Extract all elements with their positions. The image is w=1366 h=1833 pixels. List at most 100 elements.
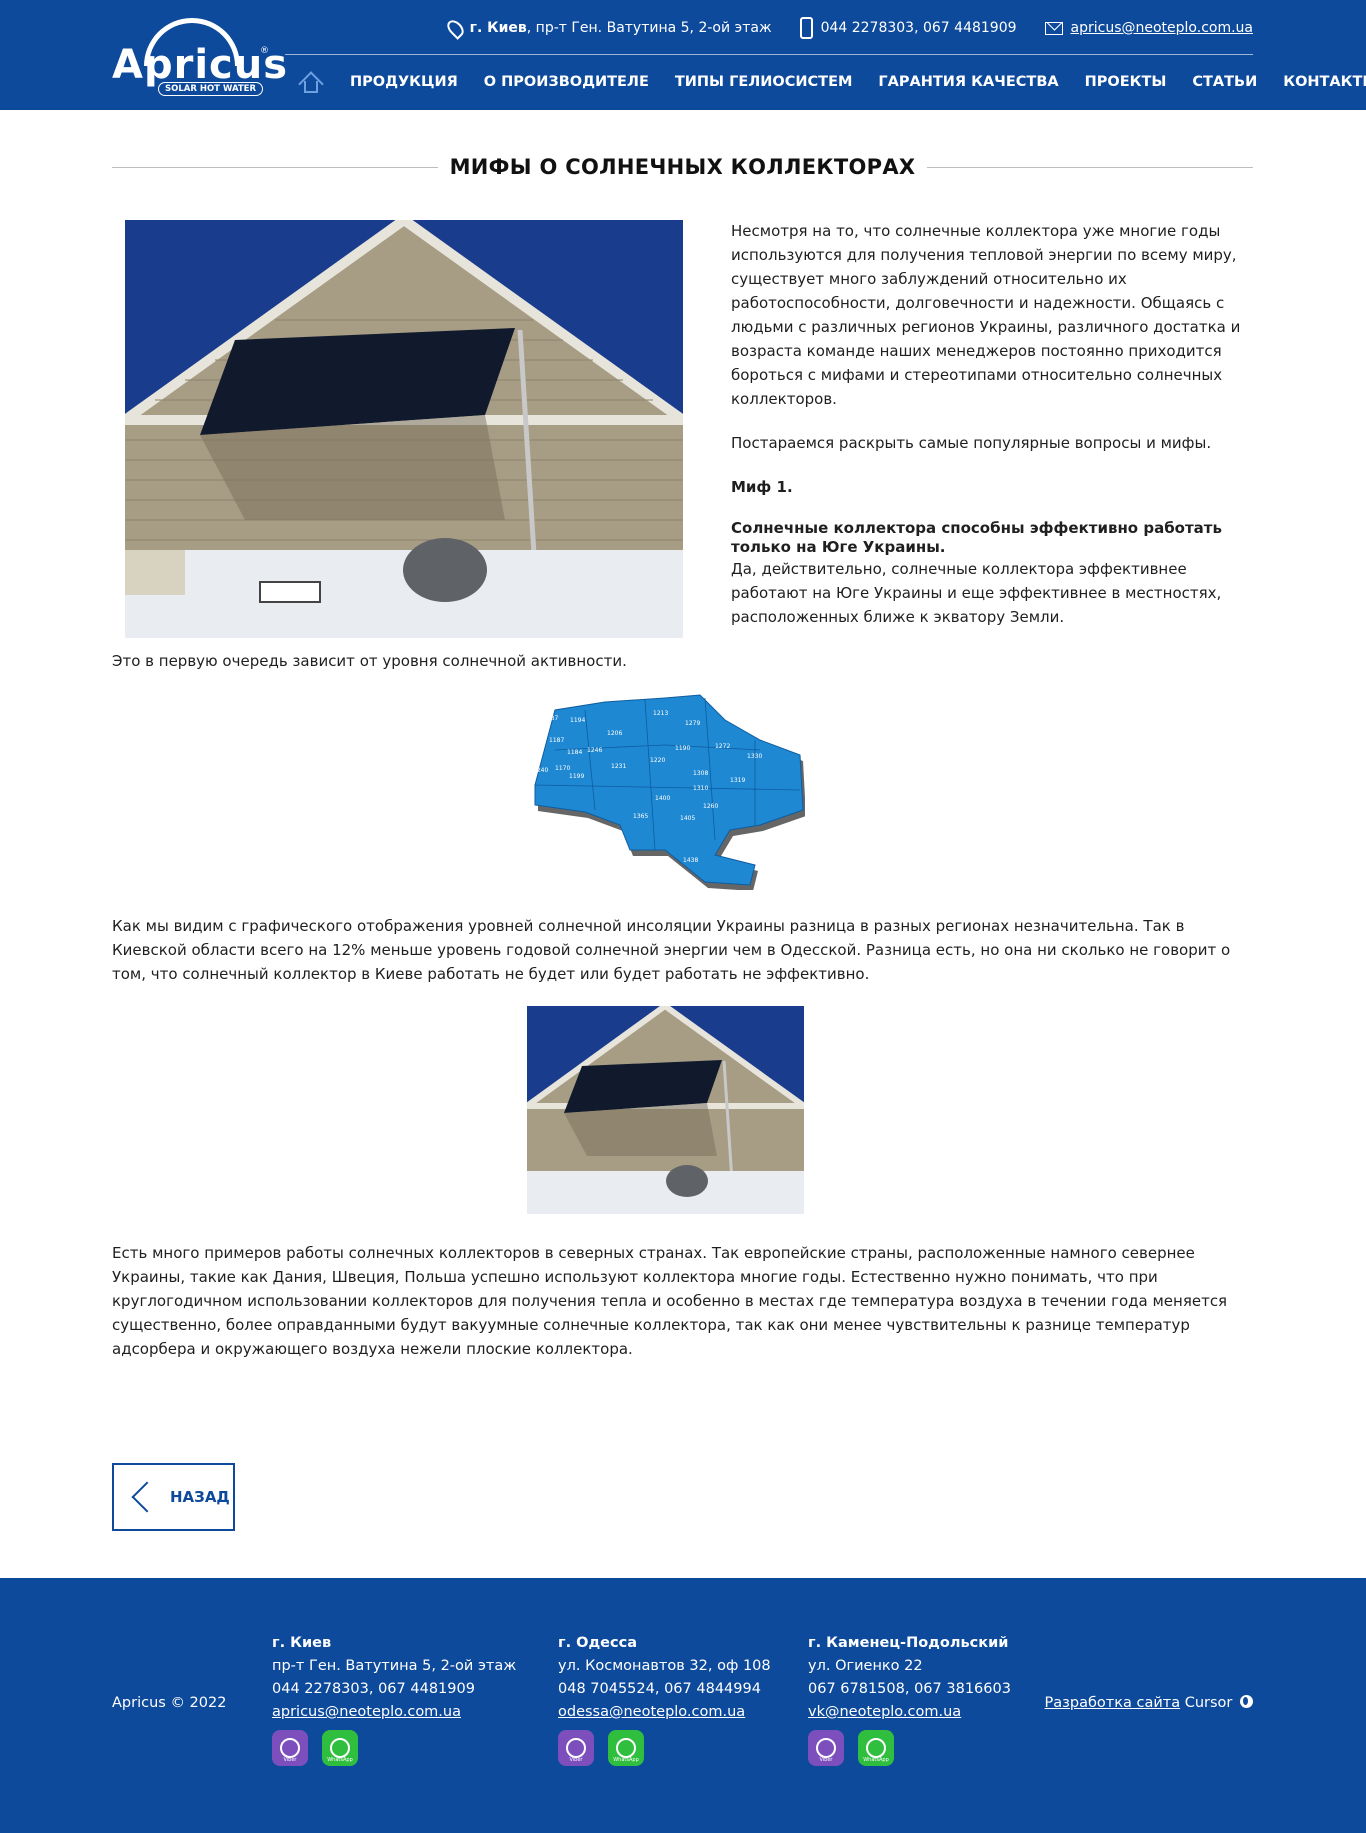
viber-icon — [816, 1738, 836, 1758]
header-phones: 044 2278303, 067 4481909 — [799, 17, 1017, 39]
header-address-city: г. Киев — [469, 20, 527, 36]
office-phones[interactable]: 044 2278303, 067 4481909 — [272, 1678, 516, 1701]
developer-name[interactable]: Cursor — [1185, 1695, 1233, 1711]
office-city: г. Киев — [272, 1635, 332, 1651]
nav-item-about-manufacturer[interactable]: О ПРОИЗВОДИТЕЛЕ — [484, 74, 649, 90]
whatsapp-icon — [866, 1738, 886, 1758]
map-region-value: 1206 — [607, 730, 622, 737]
whatsapp-caption: WhatsApp — [863, 1757, 889, 1763]
map-region-value: 1438 — [683, 857, 698, 864]
office-kyiv: г. Киев пр-т Ген. Ватутина 5, 2-ой этаж … — [272, 1632, 516, 1766]
nav-item-system-types[interactable]: ТИПЫ ГЕЛИОСИСТЕМ — [675, 74, 853, 90]
myth-1-text: Да, действительно, солнечные коллектора … — [731, 560, 1222, 626]
office-address: ул. Огиенко 22 — [808, 1658, 923, 1674]
back-button-label: НАЗАД — [170, 1488, 230, 1506]
viber-caption: Viber — [569, 1757, 583, 1763]
viber-icon — [280, 1738, 300, 1758]
nav-item-quality-guarantee[interactable]: ГАРАНТИЯ КАЧЕСТВА — [878, 74, 1058, 90]
nav-item-contacts[interactable]: КОНТАКТЫ — [1283, 74, 1366, 90]
logo-tagline: SOLAR HOT WATER — [158, 82, 264, 96]
intro-paragraph: Несмотря на то, что солнечные коллектора… — [731, 222, 1241, 408]
viber-button[interactable]: Viber — [558, 1730, 594, 1766]
whatsapp-button[interactable]: WhatsApp — [858, 1730, 894, 1766]
logo-registered-mark: ® — [260, 46, 269, 56]
map-region-value: 1308 — [693, 770, 708, 777]
myth-1-heading: Солнечные коллектора способны эффективно… — [731, 519, 1222, 556]
insolation-paragraph: Как мы видим с графического отображения … — [112, 917, 1231, 983]
whatsapp-caption: WhatsApp — [327, 1757, 353, 1763]
solar-activity-paragraph: Это в первую очередь зависит от уровня с… — [112, 652, 627, 670]
page-title: МИФЫ О СОЛНЕЧНЫХ КОЛЛЕКТОРАХ — [449, 155, 916, 179]
office-phones[interactable]: 048 7045524, 067 4844994 — [558, 1678, 771, 1701]
page-title-row: МИФЫ О СОЛНЕЧНЫХ КОЛЛЕКТОРАХ — [112, 152, 1254, 182]
myths-lead-paragraph: Постараемся раскрыть самые популярные во… — [731, 434, 1212, 452]
header-address-rest: , пр-т Ген. Ватутина 5, 2-ой этаж — [526, 20, 772, 36]
office-city: г. Каменец-Подольский — [808, 1635, 1009, 1651]
nav-item-articles[interactable]: СТАТЬИ — [1192, 74, 1257, 90]
office-address: пр-т Ген. Ватутина 5, 2-ой этаж — [272, 1658, 517, 1674]
map-region-value: 1260 — [703, 803, 718, 810]
nav-item-projects[interactable]: ПРОЕКТЫ — [1085, 74, 1167, 90]
chevron-left-icon — [131, 1481, 163, 1513]
viber-button[interactable]: Viber — [272, 1730, 308, 1766]
header-email-link[interactable]: apricus@neoteplo.com.ua — [1071, 20, 1253, 36]
office-email-link[interactable]: apricus@neoteplo.com.ua — [272, 1704, 461, 1720]
home-icon[interactable] — [298, 71, 324, 97]
mail-icon — [1044, 21, 1063, 35]
header-email: apricus@neoteplo.com.ua — [1044, 20, 1253, 36]
title-line-right — [927, 166, 1254, 168]
developer-link[interactable]: Разработка сайта — [1045, 1695, 1181, 1711]
header-divider — [285, 54, 1253, 55]
map-region-value: 1187 — [549, 737, 564, 744]
viber-caption: Viber — [819, 1757, 833, 1763]
map-region-value: 1405 — [680, 815, 695, 822]
map-region-value: 1199 — [569, 773, 584, 780]
back-button[interactable]: НАЗАД — [112, 1463, 235, 1531]
map-region-value: 1272 — [715, 743, 730, 750]
header-address: г. Киев, пр-т Ген. Ватутина 5, 2-ой этаж — [443, 16, 772, 40]
map-region-value: 1365 — [633, 813, 648, 820]
viber-button[interactable]: Viber — [808, 1730, 844, 1766]
map-region-value: 1310 — [693, 785, 708, 792]
site-header: Apricus ® SOLAR HOT WATER г. Киев, пр-т … — [0, 0, 1366, 110]
map-region-value: 1184 — [567, 749, 582, 756]
whatsapp-icon — [616, 1738, 636, 1758]
nav-item-products[interactable]: ПРОДУКЦИЯ — [350, 74, 458, 90]
whatsapp-icon — [330, 1738, 350, 1758]
messenger-links: Viber WhatsApp — [272, 1730, 516, 1766]
map-region-value: 1190 — [675, 745, 690, 752]
map-region-value: 1240 — [533, 767, 548, 774]
map-region-value: 1213 — [653, 710, 668, 717]
header-phones-text[interactable]: 044 2278303, 067 4481909 — [821, 20, 1017, 36]
map-region-value: 1319 — [730, 777, 745, 784]
cursor-logo-icon — [1240, 1695, 1253, 1708]
map-region-value: 1187 — [543, 715, 558, 722]
myth-1-label: Миф 1. — [731, 478, 793, 496]
messenger-links: Viber WhatsApp — [558, 1730, 771, 1766]
office-email-link[interactable]: vk@neoteplo.com.ua — [808, 1704, 961, 1720]
location-pin-icon — [443, 16, 467, 40]
title-line-left — [112, 166, 438, 168]
office-email-link[interactable]: odessa@neoteplo.com.ua — [558, 1704, 745, 1720]
whatsapp-caption: WhatsApp — [613, 1757, 639, 1763]
office-address: ул. Космонавтов 32, оф 108 — [558, 1658, 771, 1674]
viber-caption: Viber — [283, 1757, 297, 1763]
whatsapp-button[interactable]: WhatsApp — [608, 1730, 644, 1766]
header-contacts: г. Киев, пр-т Ген. Ватутина 5, 2-ой этаж… — [421, 16, 1253, 40]
viber-icon — [566, 1738, 586, 1758]
apricus-logo[interactable]: Apricus ® SOLAR HOT WATER — [112, 18, 287, 98]
house-solar-collector-photo — [125, 220, 683, 638]
developer-credit: Разработка сайта Cursor — [1045, 1692, 1253, 1715]
copyright: Apricus © 2022 — [112, 1695, 227, 1711]
whatsapp-button[interactable]: WhatsApp — [322, 1730, 358, 1766]
office-kamianets: г. Каменец-Подольский ул. Огиенко 22 067… — [808, 1632, 1011, 1766]
main-nav: ПРОДУКЦИЯ О ПРОИЗВОДИТЕЛЕ ТИПЫ ГЕЛИОСИСТ… — [298, 68, 1366, 97]
map-region-value: 1330 — [747, 753, 762, 760]
map-region-value: 1400 — [655, 795, 670, 802]
site-footer: Apricus © 2022 г. Киев пр-т Ген. Ватутин… — [0, 1578, 1366, 1833]
office-city: г. Одесса — [558, 1635, 637, 1651]
office-phones[interactable]: 067 6781508, 067 3816603 — [808, 1678, 1011, 1701]
ukraine-insolation-map: 1187 1194 1206 1213 1279 1187 1184 1246 1231 1220… — [525, 690, 806, 891]
messenger-links: Viber WhatsApp — [808, 1730, 1011, 1766]
map-region-value: 1170 — [555, 765, 570, 772]
